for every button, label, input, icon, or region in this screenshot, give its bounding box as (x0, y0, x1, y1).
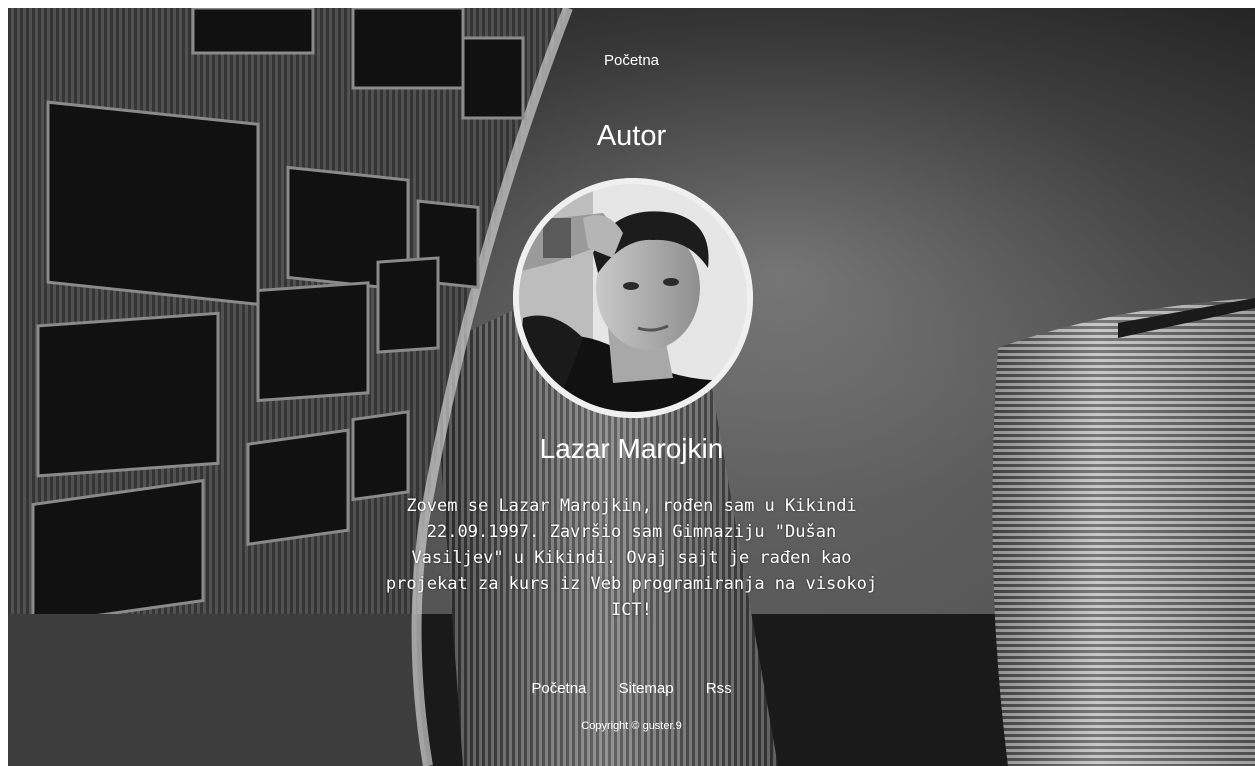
copyright-text: Copyright © guster.9 (581, 720, 682, 732)
top-nav: Početna (8, 52, 1255, 70)
footer-rss-link[interactable]: Rss (706, 680, 732, 697)
page-title: Autor (596, 120, 667, 152)
author-bio: Zovem se Lazar Marojkin, rođen sam u Kik… (385, 496, 878, 620)
footer-sitemap-link[interactable]: Sitemap (619, 680, 674, 697)
page-viewport: Početna Autor Lazar Marojkin Zovem se La… (8, 8, 1255, 766)
nav-home-link[interactable]: Početna (604, 52, 659, 69)
author-photo (513, 178, 753, 418)
author-name: Lazar Marojkin (539, 433, 724, 464)
footer-nav: Početna Sitemap Rss (8, 680, 1255, 697)
footer-home-link[interactable]: Početna (531, 680, 586, 697)
